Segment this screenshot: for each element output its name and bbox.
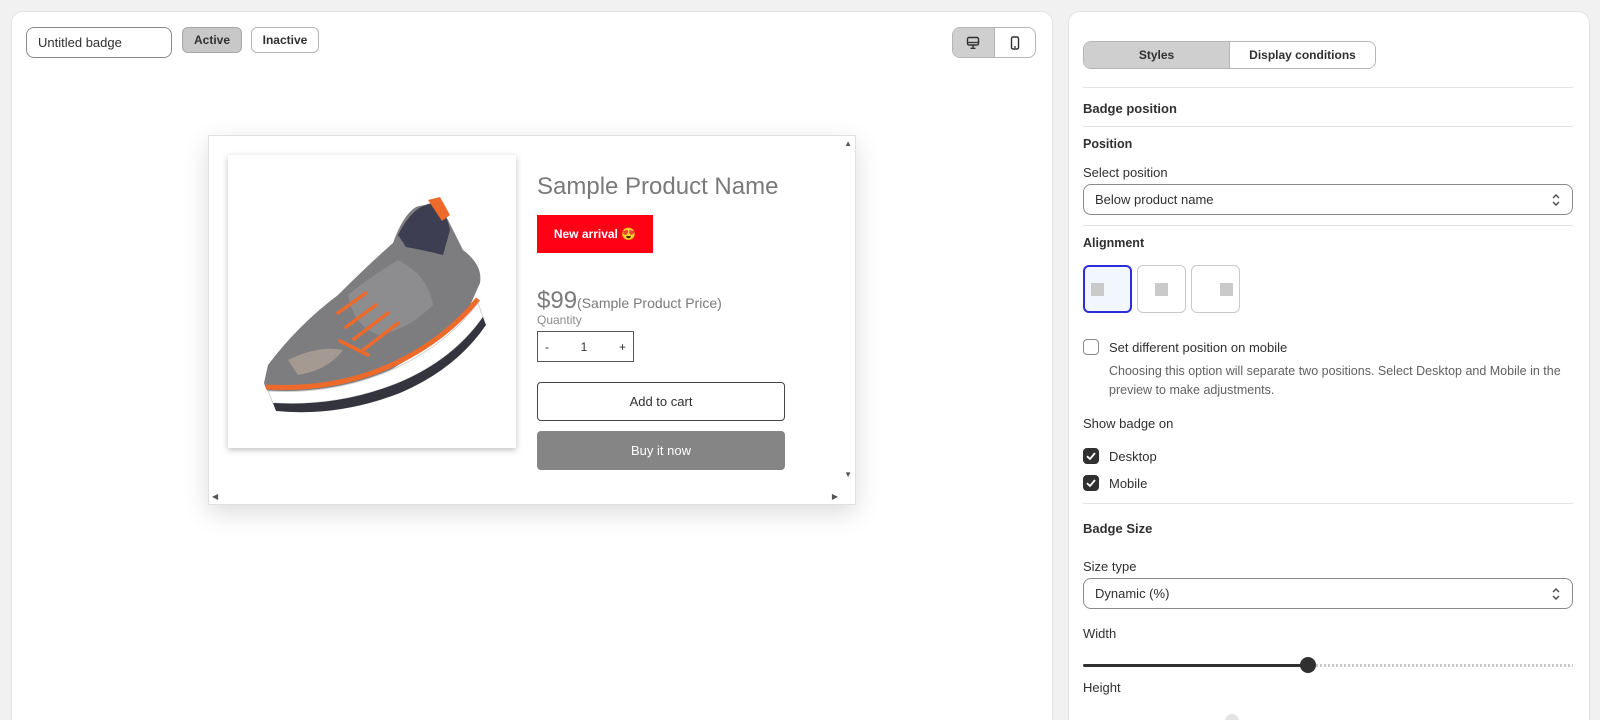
settings-panel: Styles Display conditions Badge position… <box>1068 11 1590 720</box>
width-slider[interactable] <box>1083 657 1573 673</box>
alignment-right-option[interactable] <box>1191 265 1240 313</box>
size-type-select-value: Dynamic (%) <box>1095 586 1170 601</box>
checkmark-icon <box>1086 479 1096 488</box>
size-type-select[interactable]: Dynamic (%) <box>1083 578 1573 609</box>
badge-name-input[interactable] <box>26 27 172 58</box>
show-desktop-label: Desktop <box>1109 449 1157 464</box>
quantity-stepper[interactable]: - 1 + <box>537 331 634 362</box>
quantity-label: Quantity <box>537 313 582 327</box>
mobile-position-label: Set different position on mobile <box>1109 340 1288 355</box>
show-mobile-checkbox[interactable] <box>1083 475 1099 491</box>
scroll-right-icon[interactable]: ▶ <box>832 492 838 501</box>
chevron-up-down-icon <box>1552 587 1560 600</box>
scroll-up-icon[interactable]: ▲ <box>844 139 852 148</box>
scroll-down-icon[interactable]: ▼ <box>844 470 852 479</box>
mobile-icon <box>1010 35 1019 50</box>
product-price: $99 (Sample Product Price) <box>537 287 722 315</box>
settings-tabs: Styles Display conditions <box>1083 41 1376 69</box>
height-slider-thumb[interactable] <box>1225 714 1239 720</box>
select-position-label: Select position <box>1083 165 1168 180</box>
add-to-cart-button[interactable]: Add to cart <box>537 382 785 421</box>
mobile-position-help: Choosing this option will separate two p… <box>1109 364 1561 397</box>
size-type-label: Size type <box>1083 559 1137 574</box>
product-name: Sample Product Name <box>537 173 779 200</box>
position-heading: Position <box>1083 137 1133 151</box>
desktop-icon <box>967 36 980 49</box>
show-desktop-checkbox[interactable] <box>1083 448 1099 464</box>
status-active-button[interactable]: Active <box>182 27 242 53</box>
quantity-minus-button[interactable]: - <box>545 340 549 354</box>
badge-size-heading: Badge Size <box>1083 521 1153 536</box>
preview-card: Active Inactive <box>11 11 1053 720</box>
tab-display-conditions[interactable]: Display conditions <box>1230 42 1375 68</box>
price-amount: $99 <box>537 287 578 314</box>
divider <box>1083 87 1573 88</box>
device-toggle <box>952 27 1036 58</box>
quantity-plus-button[interactable]: + <box>619 340 626 354</box>
divider <box>1083 126 1573 127</box>
status-inactive-button[interactable]: Inactive <box>251 27 319 53</box>
height-label: Height <box>1083 680 1121 695</box>
scroll-left-icon[interactable]: ◀ <box>212 492 218 501</box>
divider <box>1083 225 1573 226</box>
show-badge-on-label: Show badge on <box>1083 416 1174 431</box>
width-label: Width <box>1083 626 1117 641</box>
buy-now-button[interactable]: Buy it now <box>537 431 785 470</box>
alignment-left-option[interactable] <box>1083 265 1132 313</box>
tab-styles[interactable]: Styles <box>1084 42 1230 68</box>
alignment-heading: Alignment <box>1083 236 1145 250</box>
width-slider-rest <box>1308 664 1573 667</box>
product-badge: New arrival 😍 <box>537 215 653 253</box>
width-slider-fill <box>1083 664 1309 667</box>
price-label: (Sample Product Price) <box>577 295 722 311</box>
mobile-position-checkbox[interactable] <box>1083 339 1099 355</box>
checkmark-icon <box>1086 452 1096 461</box>
position-select[interactable]: Below product name <box>1083 184 1573 215</box>
divider <box>1083 503 1573 504</box>
sneaker-image <box>264 197 486 413</box>
product-preview-frame: Sample Product Name New arrival 😍 $99 (S… <box>208 135 856 505</box>
badge-position-heading: Badge position <box>1083 101 1177 116</box>
show-mobile-label: Mobile <box>1109 476 1148 491</box>
product-image <box>228 155 516 448</box>
chevron-up-down-icon <box>1552 193 1560 206</box>
width-slider-thumb[interactable] <box>1300 657 1317 673</box>
alignment-center-option[interactable] <box>1137 265 1186 313</box>
desktop-preview-button[interactable] <box>953 28 995 57</box>
position-select-value: Below product name <box>1095 192 1214 207</box>
quantity-value: 1 <box>580 339 588 354</box>
mobile-preview-button[interactable] <box>995 28 1036 57</box>
